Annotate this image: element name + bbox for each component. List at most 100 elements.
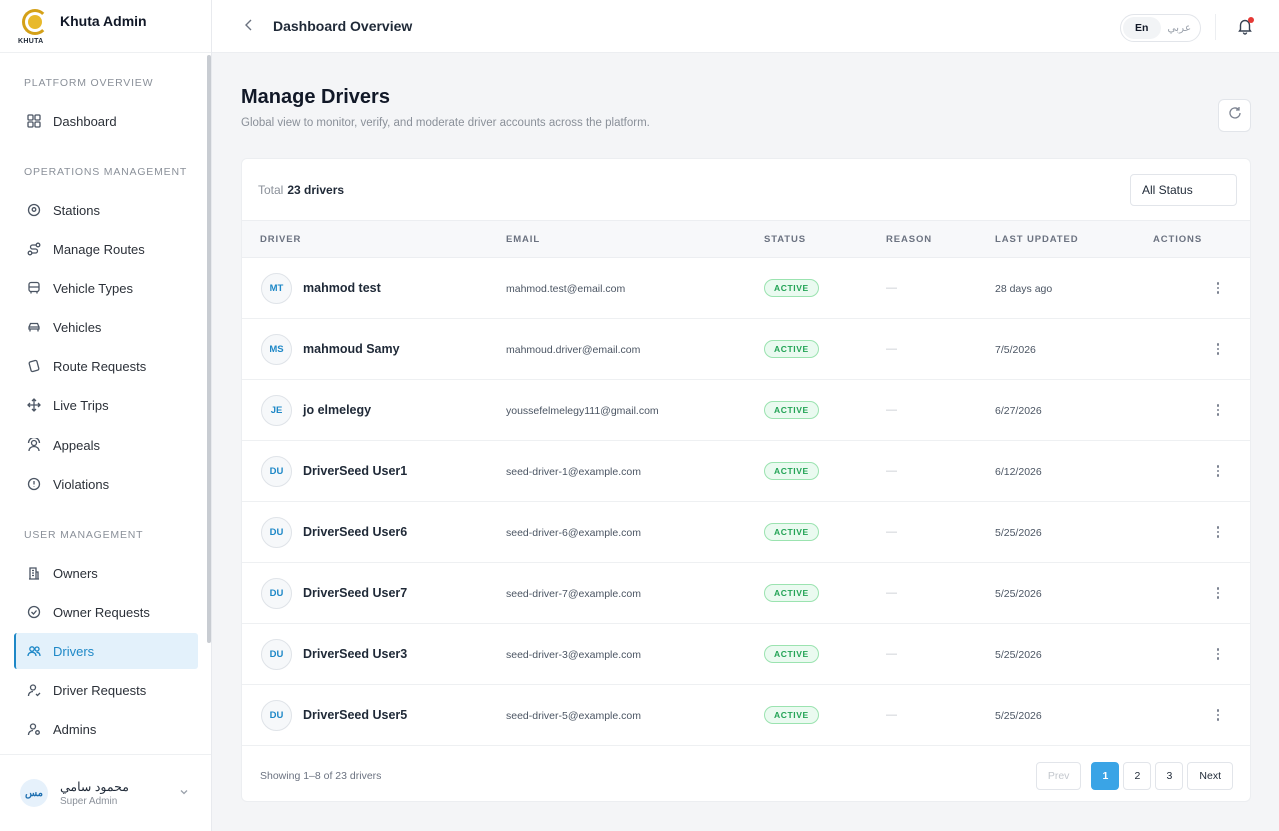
table-row[interactable]: JE jo elmelegy youssefelmelegy111@gmail.…	[242, 380, 1250, 441]
more-vertical-icon[interactable]	[1211, 278, 1225, 298]
driver-reason: —	[886, 587, 897, 599]
driver-last-updated: 5/25/2026	[995, 710, 1042, 722]
sidebar-item-stations[interactable]: Stations	[14, 192, 198, 228]
driver-reason: —	[886, 526, 897, 538]
sidebar-item-drivers[interactable]: Drivers	[14, 633, 198, 669]
driver-email: youssefelmelegy111@gmail.com	[506, 405, 659, 417]
pagination: Prev 1 2 3 Next	[1035, 762, 1233, 790]
driver-name[interactable]: DriverSeed User5	[303, 708, 407, 722]
sidebar-item-dashboard[interactable]: Dashboard	[14, 103, 198, 139]
avatar: MS	[261, 334, 292, 365]
table-row[interactable]: MT mahmod test mahmod.test@email.com ACT…	[242, 258, 1250, 319]
sidebar-item-appeals[interactable]: Appeals	[14, 427, 198, 463]
sidebar-item-driver-requests[interactable]: Driver Requests	[14, 672, 198, 708]
table-row[interactable]: MS mahmoud Samy mahmoud.driver@email.com…	[242, 319, 1250, 380]
map-pin-icon	[26, 202, 42, 218]
avatar: مس	[20, 779, 48, 807]
more-vertical-icon[interactable]	[1211, 522, 1225, 542]
page-2-button[interactable]: 2	[1123, 762, 1152, 790]
driver-name[interactable]: DriverSeed User1	[303, 464, 407, 478]
brand[interactable]: KHUTA Khuta Admin	[0, 0, 211, 53]
driver-name[interactable]: mahmoud Samy	[303, 342, 400, 356]
status-badge: ACTIVE	[764, 645, 819, 663]
drivers-table-card: Total 23 drivers All Status DRIVER EMAIL…	[241, 158, 1251, 802]
more-vertical-icon[interactable]	[1211, 400, 1225, 420]
more-vertical-icon[interactable]	[1211, 705, 1225, 725]
driver-last-updated: 5/25/2026	[995, 649, 1042, 661]
alert-circle-icon	[26, 476, 42, 492]
driver-reason: —	[886, 465, 897, 477]
status-badge: ACTIVE	[764, 340, 819, 358]
sidebar-item-label: Admins	[53, 721, 97, 737]
page-subtitle: Global view to monitor, verify, and mode…	[241, 117, 650, 129]
notification-dot	[1248, 17, 1254, 23]
tag-icon	[26, 358, 42, 374]
status-badge: ACTIVE	[764, 462, 819, 480]
prev-page-button[interactable]: Prev	[1035, 762, 1082, 790]
driver-name[interactable]: mahmod test	[303, 281, 381, 295]
sidebar-item-route-requests[interactable]: Route Requests	[14, 348, 198, 384]
back-arrow-icon[interactable]	[242, 17, 256, 38]
sidebar-item-manage-routes[interactable]: Manage Routes	[14, 231, 198, 267]
page-1-button[interactable]: 1	[1091, 762, 1120, 790]
sidebar-item-violations[interactable]: Violations	[14, 466, 198, 502]
table-row[interactable]: DU DriverSeed User6 seed-driver-6@exampl…	[242, 502, 1250, 563]
language-toggle[interactable]: En عربي	[1120, 14, 1201, 42]
table-row[interactable]: DU DriverSeed User3 seed-driver-3@exampl…	[242, 624, 1250, 685]
column-header-email[interactable]: EMAIL	[506, 234, 540, 245]
sidebar-item-vehicle-types[interactable]: Vehicle Types	[14, 270, 198, 306]
section-operations-management: OPERATIONS MANAGEMENT	[24, 166, 188, 178]
car-icon	[26, 319, 42, 335]
driver-name[interactable]: jo elmelegy	[303, 403, 371, 417]
chevron-down-icon[interactable]	[179, 787, 189, 800]
driver-email: mahmod.test@email.com	[506, 283, 626, 295]
table-row[interactable]: DU DriverSeed User5 seed-driver-5@exampl…	[242, 685, 1250, 746]
sidebar-item-owner-requests[interactable]: Owner Requests	[14, 594, 198, 630]
status-badge: ACTIVE	[764, 523, 819, 541]
users-icon	[26, 643, 42, 659]
sidebar-item-vehicles[interactable]: Vehicles	[14, 309, 198, 345]
lang-ar-option[interactable]: عربي	[1161, 17, 1199, 39]
driver-last-updated: 6/12/2026	[995, 466, 1042, 478]
refresh-button[interactable]	[1218, 99, 1251, 132]
user-profile[interactable]: مس محمود سامي Super Admin	[0, 754, 211, 831]
column-header-driver[interactable]: DRIVER	[260, 234, 301, 245]
more-vertical-icon[interactable]	[1211, 461, 1225, 481]
status-badge: ACTIVE	[764, 279, 819, 297]
driver-email: seed-driver-3@example.com	[506, 649, 641, 661]
building-icon	[26, 565, 42, 581]
driver-email: seed-driver-7@example.com	[506, 588, 641, 600]
lang-en-option[interactable]: En	[1123, 17, 1161, 39]
driver-name[interactable]: DriverSeed User6	[303, 525, 407, 539]
sidebar-item-admins[interactable]: Admins	[14, 711, 198, 747]
driver-name[interactable]: DriverSeed User7	[303, 586, 407, 600]
user-check-icon	[26, 682, 42, 698]
status-filter-select[interactable]: All Status	[1130, 174, 1237, 206]
sidebar-item-owners[interactable]: Owners	[14, 555, 198, 591]
driver-last-updated: 5/25/2026	[995, 527, 1042, 539]
divider	[1215, 14, 1216, 40]
column-header-status[interactable]: STATUS	[764, 234, 806, 245]
sidebar-item-label: Live Trips	[53, 397, 109, 413]
sidebar-item-label: Drivers	[53, 643, 95, 659]
column-header-reason[interactable]: REASON	[886, 234, 932, 245]
check-circle-icon	[26, 604, 42, 620]
total-value: 23 drivers	[287, 182, 345, 197]
next-page-button[interactable]: Next	[1187, 762, 1233, 790]
column-header-actions: ACTIONS	[1153, 234, 1203, 245]
driver-email: mahmoud.driver@email.com	[506, 344, 641, 356]
page-3-button[interactable]: 3	[1155, 762, 1184, 790]
more-vertical-icon[interactable]	[1211, 339, 1225, 359]
section-user-management: USER MANAGEMENT	[24, 529, 144, 541]
sidebar-scrollbar[interactable]	[207, 55, 211, 643]
table-row[interactable]: DU DriverSeed User1 seed-driver-1@exampl…	[242, 441, 1250, 502]
more-vertical-icon[interactable]	[1211, 644, 1225, 664]
column-header-last-updated[interactable]: LAST UPDATED	[995, 234, 1078, 245]
brand-title: Khuta Admin	[60, 13, 147, 29]
table-row[interactable]: DU DriverSeed User7 seed-driver-7@exampl…	[242, 563, 1250, 624]
more-vertical-icon[interactable]	[1211, 583, 1225, 603]
driver-name[interactable]: DriverSeed User3	[303, 647, 407, 661]
driver-last-updated: 28 days ago	[995, 283, 1053, 295]
manage-drivers-heading: Manage Drivers	[241, 86, 390, 108]
sidebar-item-live-trips[interactable]: Live Trips	[14, 387, 198, 423]
